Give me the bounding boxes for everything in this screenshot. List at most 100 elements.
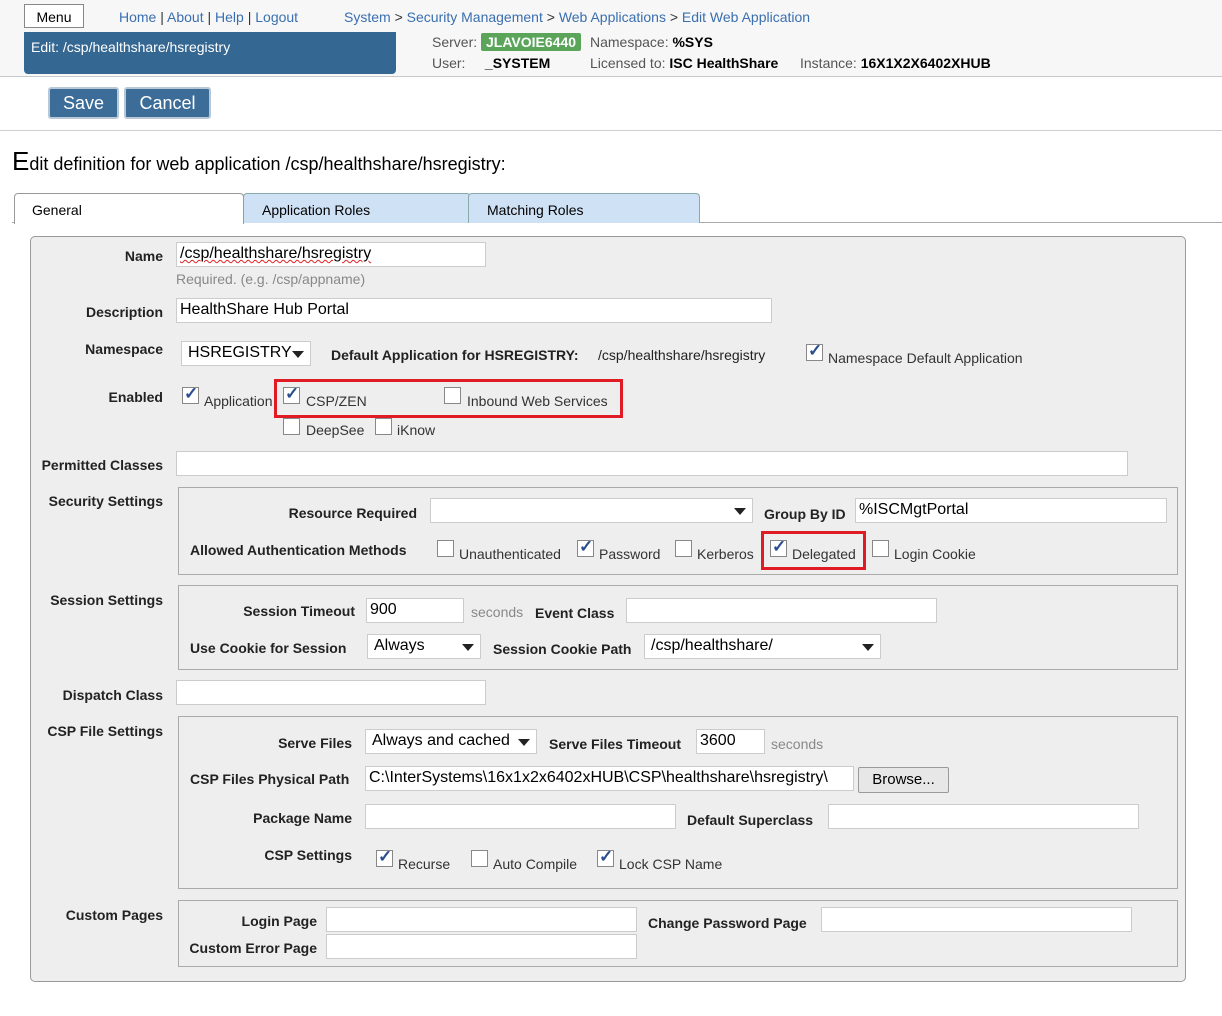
auth-unauthenticated-checkbox[interactable] <box>437 540 454 557</box>
tab-application-roles[interactable]: Application Roles <box>243 193 471 223</box>
server-label: Server: <box>432 34 478 50</box>
name-value: /csp/healthshare/hsregistry <box>180 245 372 262</box>
auth-kerberos-label: Kerberos <box>697 546 754 562</box>
change-password-page-field[interactable] <box>821 907 1132 932</box>
permitted-classes-label: Permitted Classes <box>41 457 163 473</box>
help-link[interactable]: Help <box>215 9 244 25</box>
name-hint: Required. (e.g. /csp/appname) <box>176 271 366 287</box>
default-superclass-field[interactable] <box>828 804 1139 829</box>
resource-required-label: Resource Required <box>288 505 417 521</box>
auth-password-checkbox[interactable] <box>577 537 594 557</box>
tab-general[interactable]: General <box>14 193 244 224</box>
breadcrumb-edit-web-application[interactable]: Edit Web Application <box>682 9 810 25</box>
physical-path-field[interactable]: C:\InterSystems\16x1x2x6402xHUB\CSP\heal… <box>365 766 854 791</box>
csp-auto-compile-checkbox[interactable] <box>471 850 488 867</box>
use-cookie-label: Use Cookie for Session <box>190 640 347 656</box>
page-title-initial: E <box>12 146 30 176</box>
top-links: Home | About | Help | Logout <box>119 9 299 25</box>
auth-methods-label: Allowed Authentication Methods <box>190 542 407 558</box>
chevron-down-icon <box>862 644 874 651</box>
default-app-label: Default Application for HSREGISTRY: <box>331 347 579 363</box>
enabled-label: Enabled <box>108 389 163 405</box>
namespace-info: Namespace: %SYS <box>590 34 713 50</box>
license-info: Licensed to: ISC HealthShare <box>590 55 778 71</box>
package-name-field[interactable] <box>365 804 676 829</box>
highlight-box-delegated <box>761 531 866 570</box>
chevron-down-icon <box>292 351 304 358</box>
csp-lock-name-label: Lock CSP Name <box>619 856 723 872</box>
permitted-classes-field[interactable] <box>176 451 1128 476</box>
menu-button[interactable]: Menu <box>24 4 84 28</box>
namespace-label: Namespace: <box>590 34 669 50</box>
breadcrumb: System > Security Management > Web Appli… <box>344 9 811 25</box>
top-header: Menu Home | About | Help | Logout System… <box>0 0 1222 77</box>
breadcrumb-web-applications[interactable]: Web Applications <box>559 9 666 25</box>
serve-files-timeout-label: Serve Files Timeout <box>549 736 682 752</box>
save-button[interactable]: Save <box>48 87 119 119</box>
logout-link[interactable]: Logout <box>255 9 298 25</box>
serve-files-label: Serve Files <box>278 735 352 751</box>
physical-path-label: CSP Files Physical Path <box>190 771 350 787</box>
page-title: Edit definition for web application /csp… <box>12 146 506 177</box>
custom-error-page-field[interactable] <box>326 934 637 959</box>
auth-kerberos-checkbox[interactable] <box>675 540 692 557</box>
enabled-deepsee-checkbox[interactable] <box>283 418 300 435</box>
namespace-select[interactable]: HSREGISTRY <box>181 341 311 366</box>
auth-unauthenticated-label: Unauthenticated <box>459 546 561 562</box>
resource-required-select[interactable] <box>430 498 753 523</box>
about-link[interactable]: About <box>167 9 204 25</box>
dispatch-class-field[interactable] <box>176 680 486 705</box>
csp-auto-compile-label: Auto Compile <box>493 856 578 872</box>
csp-recurse-checkbox[interactable] <box>376 847 393 867</box>
licensed-value: ISC HealthShare <box>669 55 779 71</box>
home-link[interactable]: Home <box>119 9 156 25</box>
breadcrumb-system[interactable]: System <box>344 9 391 25</box>
breadcrumb-security-management[interactable]: Security Management <box>407 9 543 25</box>
default-app-value: /csp/healthshare/hsregistry <box>598 347 766 363</box>
instance-label: Instance: <box>800 55 857 71</box>
user-label: User: <box>432 55 466 71</box>
instance-value: 16X1X2X6402XHUB <box>860 55 991 71</box>
login-page-label: Login Page <box>241 913 317 929</box>
session-timeout-label: Session Timeout <box>243 603 355 619</box>
licensed-label: Licensed to: <box>590 55 666 71</box>
namespace-default-app-checkbox[interactable] <box>806 341 823 361</box>
serve-files-timeout-unit: seconds <box>771 736 824 752</box>
csp-lock-name-checkbox[interactable] <box>597 847 614 867</box>
group-by-id-field[interactable]: %ISCMgtPortal <box>855 498 1167 523</box>
enabled-iknow-checkbox[interactable] <box>375 418 392 435</box>
namespace-select-value: HSREGISTRY <box>188 344 292 361</box>
name-field[interactable]: /csp/healthshare/hsregistry <box>176 242 486 267</box>
csp-file-settings-label: CSP File Settings <box>47 723 163 739</box>
default-superclass-label: Default Superclass <box>687 812 814 828</box>
auth-password-label: Password <box>599 546 661 562</box>
description-label: Description <box>85 304 163 320</box>
page-title-text: dit definition for web application /csp/… <box>29 154 506 174</box>
event-class-field[interactable] <box>626 598 937 623</box>
cancel-button[interactable]: Cancel <box>124 87 211 119</box>
tab-matching-roles[interactable]: Matching Roles <box>468 193 700 223</box>
serve-files-value: Always and cached <box>372 732 510 749</box>
chevron-down-icon <box>734 508 746 515</box>
serve-files-select[interactable]: Always and cached <box>365 729 537 754</box>
instance-info: Instance: 16X1X2X6402XHUB <box>800 55 991 71</box>
csp-settings-label: CSP Settings <box>264 847 352 863</box>
csp-recurse-label: Recurse <box>398 856 451 872</box>
custom-error-page-label: Custom Error Page <box>189 940 317 956</box>
login-page-field[interactable] <box>326 907 637 932</box>
namespace-default-app-label: Namespace Default Application <box>828 350 1023 366</box>
server-badge: JLAVOIE6440 <box>481 33 582 51</box>
enabled-iknow-label: iKnow <box>397 422 436 438</box>
auth-login-cookie-checkbox[interactable] <box>872 540 889 557</box>
description-field[interactable]: HealthShare Hub Portal <box>176 298 772 323</box>
user-value: _SYSTEM <box>484 55 551 71</box>
enabled-application-checkbox[interactable] <box>182 384 199 404</box>
group-by-id-label: Group By ID <box>764 506 846 522</box>
session-timeout-field[interactable]: 900 <box>366 598 464 623</box>
use-cookie-select[interactable]: Always <box>367 634 481 659</box>
cookie-path-select[interactable]: /csp/healthshare/ <box>644 634 881 659</box>
serve-files-timeout-field[interactable]: 3600 <box>696 729 765 754</box>
highlight-box-enabled <box>274 379 623 418</box>
browse-button[interactable]: Browse... <box>858 767 949 793</box>
server-info: Server: JLAVOIE6440 <box>432 33 582 51</box>
